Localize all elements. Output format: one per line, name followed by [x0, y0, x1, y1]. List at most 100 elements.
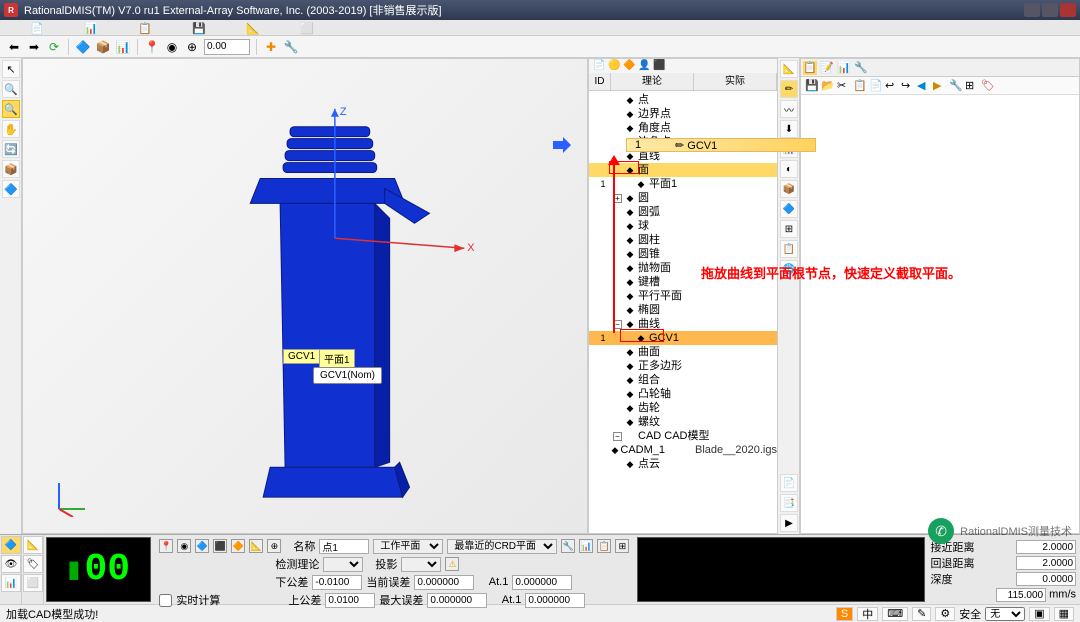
- lang-button[interactable]: 中: [857, 607, 878, 621]
- bicon[interactable]: 🔷: [195, 539, 209, 553]
- rtool-icon[interactable]: 📦: [780, 180, 798, 198]
- refresh-icon[interactable]: ⟳: [46, 39, 62, 55]
- tool-icon[interactable]: 🔧: [283, 39, 299, 55]
- tree-node[interactable]: ◆曲面: [589, 345, 777, 359]
- btab-icon[interactable]: 👁: [1, 555, 21, 573]
- tree-node[interactable]: −◆曲线: [589, 317, 777, 331]
- tree-node[interactable]: ◆螺纹: [589, 415, 777, 429]
- tree-node[interactable]: ◆正多边形: [589, 359, 777, 373]
- rtool-icon[interactable]: ⊞: [780, 220, 798, 238]
- rtool-icon[interactable]: ▶: [780, 514, 798, 532]
- probe-icon[interactable]: ◉: [164, 39, 180, 55]
- menu-icon[interactable]: 📐: [246, 22, 260, 34]
- name-input[interactable]: [319, 539, 369, 554]
- rt-check[interactable]: [159, 593, 172, 608]
- bicon[interactable]: 🔧: [561, 539, 575, 553]
- rtool-icon[interactable]: ⬇: [780, 120, 798, 138]
- viewport-3d[interactable]: Z X GCV1 平面1 GCV1(Nom): [22, 58, 588, 534]
- btab-icon[interactable]: 📊: [1, 574, 21, 592]
- zoom-icon[interactable]: 🔍: [2, 80, 20, 98]
- tree-node[interactable]: ◆球: [589, 219, 777, 233]
- tree-btn[interactable]: 👤: [638, 60, 650, 72]
- ime-icon[interactable]: S: [836, 607, 853, 621]
- tab-icon[interactable]: 📋: [803, 61, 817, 75]
- fwd-icon[interactable]: ➡: [26, 39, 42, 55]
- bicon[interactable]: 🔶: [231, 539, 245, 553]
- pointer-icon[interactable]: ↖: [2, 60, 20, 78]
- back-icon[interactable]: ⬅: [6, 39, 22, 55]
- tree-btn[interactable]: 📄: [593, 60, 605, 72]
- rtool-icon[interactable]: 🔷: [780, 200, 798, 218]
- tree-node[interactable]: ◆CADM_1Blade__2020.igs: [589, 443, 777, 457]
- pan-icon[interactable]: ✋: [2, 120, 20, 138]
- prop-btn[interactable]: ⊞: [965, 79, 979, 93]
- btab-icon[interactable]: ⬜: [23, 574, 43, 592]
- crd-select[interactable]: 最靠近的CRD平面: [447, 539, 557, 554]
- tree-btn[interactable]: 🔶: [623, 60, 635, 72]
- prop-btn[interactable]: ◀: [917, 79, 931, 93]
- rtool-icon[interactable]: 📋: [780, 240, 798, 258]
- bicon[interactable]: 📋: [597, 539, 611, 553]
- tree-btn[interactable]: ⬛: [653, 60, 665, 72]
- sbtn[interactable]: ▦: [1054, 607, 1074, 621]
- md-input[interactable]: [427, 593, 487, 608]
- probe-icon[interactable]: 📍: [144, 39, 160, 55]
- rtool-icon[interactable]: 📑: [780, 494, 798, 512]
- select-icon[interactable]: 🔍: [2, 100, 20, 118]
- bicon[interactable]: ⊕: [267, 539, 281, 553]
- sbtn[interactable]: ▣: [1029, 607, 1049, 621]
- prop-btn[interactable]: ▶: [933, 79, 947, 93]
- prop-btn[interactable]: 📂: [821, 79, 835, 93]
- tree-node[interactable]: 1◆GCV1: [589, 331, 777, 345]
- prop-btn[interactable]: 📋: [853, 79, 867, 93]
- menu-icon[interactable]: 📄: [30, 22, 44, 34]
- rd-input[interactable]: [1016, 556, 1076, 570]
- bicon[interactable]: 📍: [159, 539, 173, 553]
- rtool-icon[interactable]: 📄: [780, 474, 798, 492]
- tree-btn[interactable]: 🟡: [608, 60, 620, 72]
- kbd-icon[interactable]: ⌨: [882, 607, 908, 621]
- at1-input[interactable]: [512, 575, 572, 590]
- prop-btn[interactable]: ↩: [885, 79, 899, 93]
- min-button[interactable]: [1024, 3, 1040, 17]
- add-icon[interactable]: ✚: [263, 39, 279, 55]
- sbtn[interactable]: ⚙: [935, 607, 955, 621]
- lt-input[interactable]: [312, 575, 362, 590]
- warn-icon[interactable]: ⚠: [445, 557, 459, 571]
- at2-input[interactable]: [525, 593, 585, 608]
- rotate-icon[interactable]: 🔄: [2, 140, 20, 158]
- max-button[interactable]: [1042, 3, 1058, 17]
- tree-node[interactable]: ◆圆锥: [589, 247, 777, 261]
- rtool-icon[interactable]: 〰: [780, 100, 798, 118]
- tree-node[interactable]: −CAD CAD模型: [589, 429, 777, 443]
- tree-node[interactable]: ◆边界点: [589, 107, 777, 121]
- tree-node[interactable]: ◆圆柱: [589, 233, 777, 247]
- value-input[interactable]: [204, 39, 250, 55]
- gcv-label[interactable]: GCV1: [283, 349, 320, 364]
- tree-node[interactable]: ◆组合: [589, 373, 777, 387]
- tree-node[interactable]: +◆圆: [589, 191, 777, 205]
- prop-btn[interactable]: ↪: [901, 79, 915, 93]
- btab-icon[interactable]: 📐: [23, 536, 43, 554]
- prop-btn[interactable]: 📄: [869, 79, 883, 93]
- view-icon[interactable]: 🔷: [2, 180, 20, 198]
- tab-icon[interactable]: 📊: [837, 61, 851, 75]
- probe-icon[interactable]: ⊕: [184, 39, 200, 55]
- sp-input[interactable]: [996, 588, 1046, 602]
- menu-icon[interactable]: 💾: [192, 22, 206, 34]
- bicon[interactable]: 📐: [249, 539, 263, 553]
- tool-icon[interactable]: 🔷: [75, 39, 91, 55]
- tree-node[interactable]: ◆点: [589, 93, 777, 107]
- tool-icon[interactable]: 📊: [115, 39, 131, 55]
- save-icon[interactable]: 💾: [805, 79, 819, 93]
- bicon[interactable]: 📊: [579, 539, 593, 553]
- tree-node[interactable]: ◆凸轮轴: [589, 387, 777, 401]
- rtool-icon[interactable]: 📐: [780, 60, 798, 78]
- rtool-icon[interactable]: ◐: [780, 160, 798, 178]
- sbtn[interactable]: ✎: [912, 607, 931, 621]
- prop-btn[interactable]: ✂: [837, 79, 851, 93]
- coord-select[interactable]: 工作平面: [373, 539, 443, 554]
- proj-select[interactable]: [401, 557, 441, 572]
- tree-node[interactable]: ◆面: [589, 163, 777, 177]
- prop-btn[interactable]: 🔧: [949, 79, 963, 93]
